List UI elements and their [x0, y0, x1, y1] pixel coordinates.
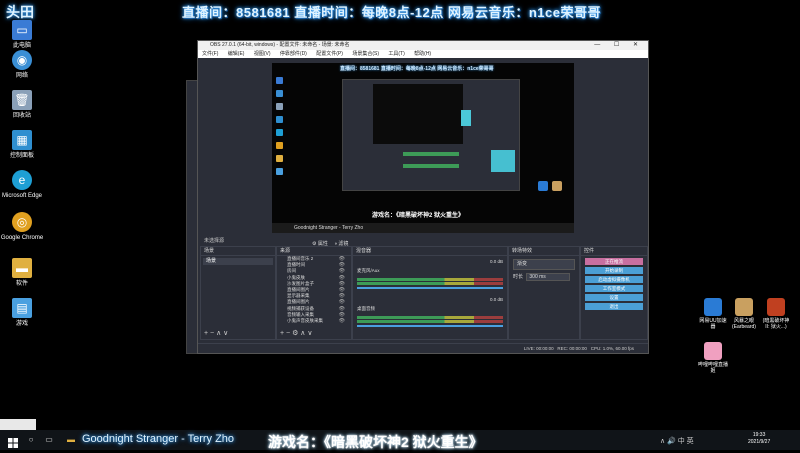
menu-help[interactable]: 帮助(H)	[414, 51, 431, 57]
transition-select[interactable]: 渐变	[513, 259, 575, 270]
desktop-icon-game[interactable]: 风暴之眼(Earbeard)	[728, 298, 760, 330]
menu-scene-collection[interactable]: 场景集合(S)	[352, 51, 379, 57]
visibility-icon: 👁	[338, 317, 345, 324]
controls-header: 控件	[581, 247, 647, 256]
network-icon: ◉	[12, 50, 32, 70]
volume-slider[interactable]	[357, 325, 503, 327]
game-name-overlay: 游戏名：《暗黑破坏神2 狱火重生》	[268, 434, 483, 450]
obs-status-bar: LIVE: 00:00:00 REC: 00:00:00 CPU: 1.0%, …	[198, 343, 648, 353]
obs-menubar: 文件(F) 编辑(E) 视图(V) 停靠部件(D) 配置文件(P) 场景集合(S…	[198, 50, 648, 58]
diablo-icon	[767, 298, 785, 316]
preview-game-name: 游戏名：《暗黑破坏神2 狱火重生》	[372, 213, 465, 219]
desktop-icon-diablo[interactable]: (暗黑破坏神 II: 狱火...)	[760, 298, 792, 330]
preview-desktop-icons	[276, 77, 283, 181]
menu-docks[interactable]: 停靠部件(D)	[280, 51, 307, 57]
desktop-icon-recycle-bin[interactable]: 🗑 回收站	[0, 90, 44, 120]
menu-profile[interactable]: 配置文件(P)	[316, 51, 343, 57]
edge-icon: e	[12, 170, 32, 190]
transitions-dock: 转场特效 渐变 时长 300 ms	[508, 246, 580, 340]
scene-item[interactable]: 场景	[203, 258, 273, 265]
desktop-icon-network[interactable]: ◉ 网络	[0, 50, 44, 80]
transitions-header: 转场特效	[509, 247, 579, 256]
menu-file[interactable]: 文件(F)	[202, 51, 218, 57]
scenes-dock: 场景 场景 + − ∧ ∨	[200, 246, 276, 340]
clock[interactable]: 19:33 2021/9/27	[748, 432, 770, 446]
preview-taskbar: Goodnight Stranger - Terry Zho	[272, 223, 574, 233]
desktop-icon-computer[interactable]: ▭ 此电脑	[0, 20, 44, 50]
menu-view[interactable]: 视图(V)	[254, 51, 271, 57]
task-view-icon[interactable]: ▭	[44, 435, 54, 445]
exit-button[interactable]: 退出	[585, 303, 643, 310]
menu-tools[interactable]: 工具(T)	[388, 51, 404, 57]
duration-input[interactable]: 300 ms	[526, 273, 571, 281]
mixer-header: 混音器	[353, 247, 507, 256]
volume-meter	[357, 278, 503, 281]
folder-icon: ▬	[12, 258, 32, 278]
volume-slider[interactable]	[357, 287, 503, 289]
virtual-camera-button[interactable]: 启动虚拟摄像机	[585, 276, 643, 283]
desktop-icon-bilibili[interactable]: 哔哩哔哩直播姬	[697, 342, 729, 374]
now-playing-song: Goodnight Stranger - Terry Zho	[82, 433, 235, 445]
window-controls[interactable]: — ☐ ✕	[594, 41, 644, 50]
preview-uu-icon	[538, 181, 548, 191]
desktop-icon-uu[interactable]: 网易UU加速器	[697, 298, 729, 330]
chrome-icon: ◎	[12, 212, 32, 232]
start-recording-button[interactable]: 开始录制	[585, 267, 643, 274]
mixer-dock: 混音器 麦克风/Aux 0.0 dB 桌面音频 0.0 dB	[352, 246, 508, 340]
control-panel-icon: ▦	[12, 130, 32, 150]
mixer-channel-desktop[interactable]: 桌面音频 0.0 dB	[357, 297, 503, 327]
preview-nested-canvas	[373, 84, 463, 144]
game-icon	[735, 298, 753, 316]
controls-dock: 控件 正在推流 开始录制 启动虚拟摄像机 工作室模式 设置 退出	[580, 246, 648, 340]
bilibili-icon	[704, 342, 722, 360]
desktop-icon-control-panel[interactable]: ▦ 控制面板	[0, 130, 44, 160]
uu-icon	[704, 298, 722, 316]
stream-info-banner: 直播间：8581681 直播时间：每晚8点-12点 网易云音乐：n1ce荣哥哥	[182, 5, 601, 20]
desktop-icon-software-folder[interactable]: ▬ 软件	[0, 258, 44, 288]
source-toolbar[interactable]: + − ⚙ ∧ ∨	[280, 329, 312, 337]
mixer-channel-mic[interactable]: 麦克风/Aux 0.0 dB	[357, 259, 503, 289]
desktop-icon-chrome[interactable]: ◎ Google Chrome	[0, 212, 44, 242]
sources-dock: 来源 直播间音乐 2 👁 直播时间 👁 房间 👁 小鬼皮肤 👁 沙发图片盒子 👁 直播间图…	[276, 246, 352, 340]
source-item[interactable]: 小鬼声音皮肤采集 👁	[277, 318, 351, 324]
file-icon: ▤	[12, 298, 32, 318]
search-icon[interactable]: ○	[26, 435, 36, 445]
no-source-selected: 未选择源	[204, 238, 225, 244]
scenes-header: 场景	[201, 247, 275, 256]
streaming-button[interactable]: 正在推流	[585, 258, 643, 265]
obs-window[interactable]: OBS 27.0.1 (64-bit, windows) - 配置文件: 未命名…	[197, 40, 649, 354]
preview-banner: 直播间：8581681 直播时间：每晚8点-12点 网易云音乐：n1ce荣哥哥	[340, 66, 494, 72]
windows-icon	[8, 438, 18, 448]
scene-toolbar[interactable]: + − ∧ ∨	[204, 329, 228, 337]
obs-titlebar[interactable]: OBS 27.0.1 (64-bit, windows) - 配置文件: 未命名…	[198, 41, 648, 50]
volume-meter	[357, 282, 503, 285]
volume-meter	[357, 316, 503, 319]
preview-nested-obs	[342, 79, 520, 191]
obs-preview[interactable]: 直播间：8581681 直播时间：每晚8点-12点 网易云音乐：n1ce荣哥哥 …	[272, 63, 574, 233]
desktop-icon-games[interactable]: ▤ 游戏	[0, 298, 44, 328]
settings-button[interactable]: 设置	[585, 294, 643, 301]
desktop-icon-edge[interactable]: e Microsoft Edge	[0, 170, 44, 200]
corner-logo: 头田	[6, 4, 34, 20]
computer-icon: ▭	[12, 20, 32, 40]
sources-header: 来源	[277, 247, 351, 256]
duration-label: 时长	[513, 274, 524, 280]
start-button[interactable]	[8, 435, 18, 448]
obs-docks: 场景 场景 + − ∧ ∨ 来源 直播间音乐 2 👁 直播时间 👁 房间 👁 小鬼皮肤…	[198, 246, 648, 342]
explorer-icon[interactable]: ▬	[66, 435, 76, 445]
system-tray[interactable]: ∧ 🔊 中 英	[660, 436, 694, 446]
preview-game-icon	[552, 181, 562, 191]
studio-mode-button[interactable]: 工作室模式	[585, 285, 643, 292]
menu-edit[interactable]: 编辑(E)	[228, 51, 245, 57]
recycle-bin-icon: 🗑	[12, 90, 32, 110]
volume-meter	[357, 320, 503, 323]
